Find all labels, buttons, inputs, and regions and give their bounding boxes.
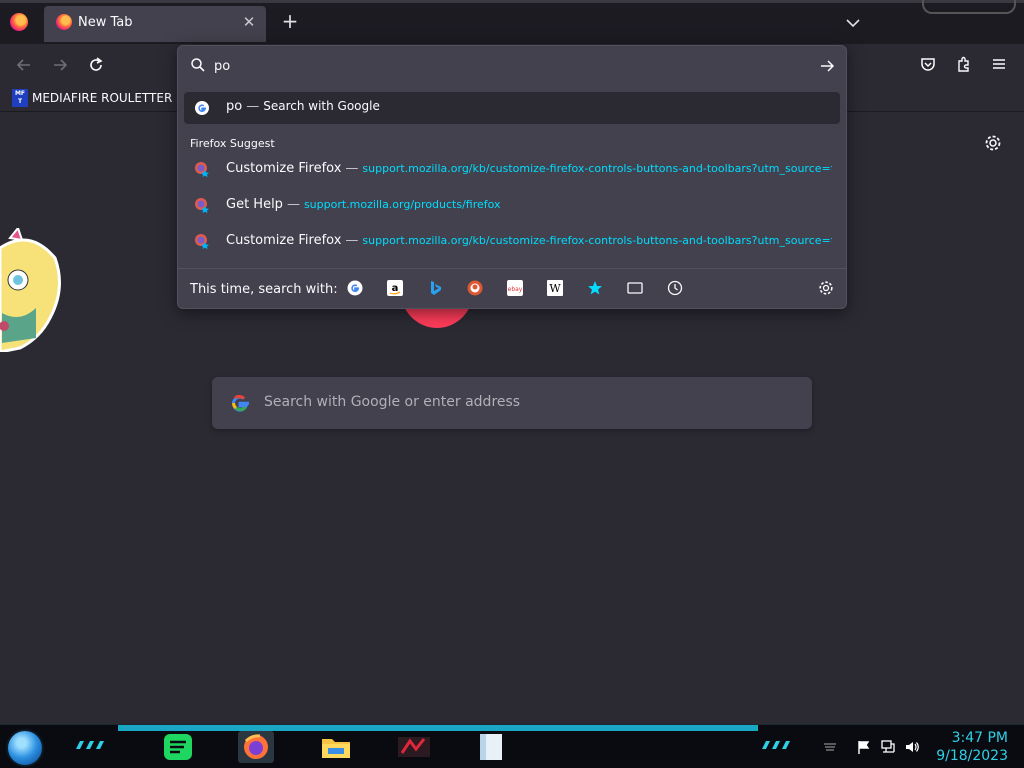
urlbar-popup: po—Search with Google Firefox Suggest Cu… <box>177 45 847 309</box>
google-icon <box>195 101 209 115</box>
result-search-google[interactable]: po — Search with Google <box>184 92 840 124</box>
firefox-support-icon <box>195 162 209 177</box>
go-arrow-icon[interactable] <box>818 57 836 75</box>
wikipedia-icon[interactable]: W <box>547 280 563 296</box>
taskbar-firefox[interactable] <box>238 731 274 763</box>
suggestion-url: support.mozilla.org/kb/customize-firefox… <box>362 234 832 247</box>
history-icon[interactable] <box>667 280 683 296</box>
result-query: po <box>226 99 243 114</box>
amazon-icon[interactable]: a <box>387 280 403 296</box>
svg-text:ebay: ebay <box>508 286 523 293</box>
taskbar: 3:47 PM 9/18/2023 <box>0 724 1024 768</box>
decorative-chevrons <box>762 741 790 749</box>
svg-text:W: W <box>549 282 561 295</box>
bookmarks-star-icon[interactable] <box>587 280 603 296</box>
firefox-support-icon <box>195 198 209 213</box>
google-icon[interactable] <box>347 280 363 296</box>
tab-new-tab[interactable]: New Tab ✕ <box>44 6 266 42</box>
firefox-support-icon <box>195 234 209 249</box>
suggestion-row[interactable]: Get Help — support.mozilla.org/products/fi… <box>184 189 840 221</box>
page-search-box[interactable]: Search with Google or enter address <box>212 377 812 429</box>
decorative-chevrons <box>76 741 104 749</box>
result-action: Search with Google <box>263 99 380 113</box>
google-icon <box>231 394 249 412</box>
taskbar-accent-strip <box>118 725 758 731</box>
system-clock[interactable]: 3:47 PM 9/18/2023 <box>936 729 1008 765</box>
search-icon <box>191 58 205 72</box>
pocket-icon[interactable] <box>919 55 937 73</box>
ebay-icon[interactable]: ebay <box>507 280 523 296</box>
suggestion-title: Customize Firefox <box>226 233 342 248</box>
search-settings-gear-icon[interactable] <box>818 280 834 296</box>
start-button[interactable] <box>8 731 42 765</box>
chevron-down-icon[interactable] <box>844 14 862 32</box>
tab-strip: New Tab ✕ + <box>0 0 1024 44</box>
firefox-icon <box>56 14 72 30</box>
oneoff-search-row: This time, search with: a ebay W <box>178 268 846 308</box>
menu-icon[interactable] <box>990 55 1008 73</box>
taskbar-app-window[interactable] <box>396 731 432 763</box>
taskbar-app-document[interactable] <box>474 731 510 763</box>
action-center-flag-icon[interactable] <box>856 739 872 755</box>
forward-icon[interactable] <box>50 55 70 75</box>
bing-icon[interactable] <box>427 280 443 296</box>
tab-title: New Tab <box>78 15 133 30</box>
bookmark-favicon-icon: MF T <box>12 89 28 107</box>
svg-text:a: a <box>392 283 399 294</box>
cartoon-sticker <box>0 228 61 352</box>
suggestion-url: support.mozilla.org/products/firefox <box>303 198 501 211</box>
taskbar-spotify[interactable] <box>160 731 196 763</box>
close-icon[interactable]: ✕ <box>240 13 258 31</box>
taskbar-file-explorer[interactable] <box>318 731 354 763</box>
firefox-view-icon[interactable] <box>10 13 28 31</box>
suggestion-title: Customize Firefox <box>226 161 342 176</box>
suggestion-row[interactable]: Customize Firefox — support.mozilla.org/kb… <box>184 153 840 185</box>
reload-icon[interactable] <box>86 55 106 75</box>
oneoff-label: This time, search with: <box>190 282 338 297</box>
bookmark-mediafire-rouletter[interactable]: MEDIAFIRE ROULETTER <box>32 91 172 105</box>
gear-icon[interactable] <box>984 134 1002 152</box>
suggestion-title: Get Help <box>226 197 283 212</box>
volume-icon[interactable] <box>904 739 920 755</box>
back-icon[interactable] <box>14 55 34 75</box>
new-tab-button[interactable]: + <box>280 11 300 32</box>
group-label-firefox-suggest: Firefox Suggest <box>190 137 275 150</box>
clock-date: 9/18/2023 <box>936 748 1008 764</box>
clock-time: 3:47 PM <box>951 730 1008 746</box>
show-hidden-icons-icon[interactable] <box>822 739 838 755</box>
extensions-icon[interactable] <box>955 55 973 73</box>
search-placeholder: Search with Google or enter address <box>264 394 521 410</box>
suggestion-url: support.mozilla.org/kb/customize-firefox… <box>362 162 832 175</box>
network-icon[interactable] <box>880 739 896 755</box>
urlbar-input[interactable] <box>214 54 804 78</box>
suggestion-row[interactable]: Customize Firefox — support.mozilla.org/kb… <box>184 225 840 257</box>
urlbar-input-row <box>178 46 846 86</box>
tabs-icon[interactable] <box>627 280 643 296</box>
duckduckgo-icon[interactable] <box>467 280 483 296</box>
